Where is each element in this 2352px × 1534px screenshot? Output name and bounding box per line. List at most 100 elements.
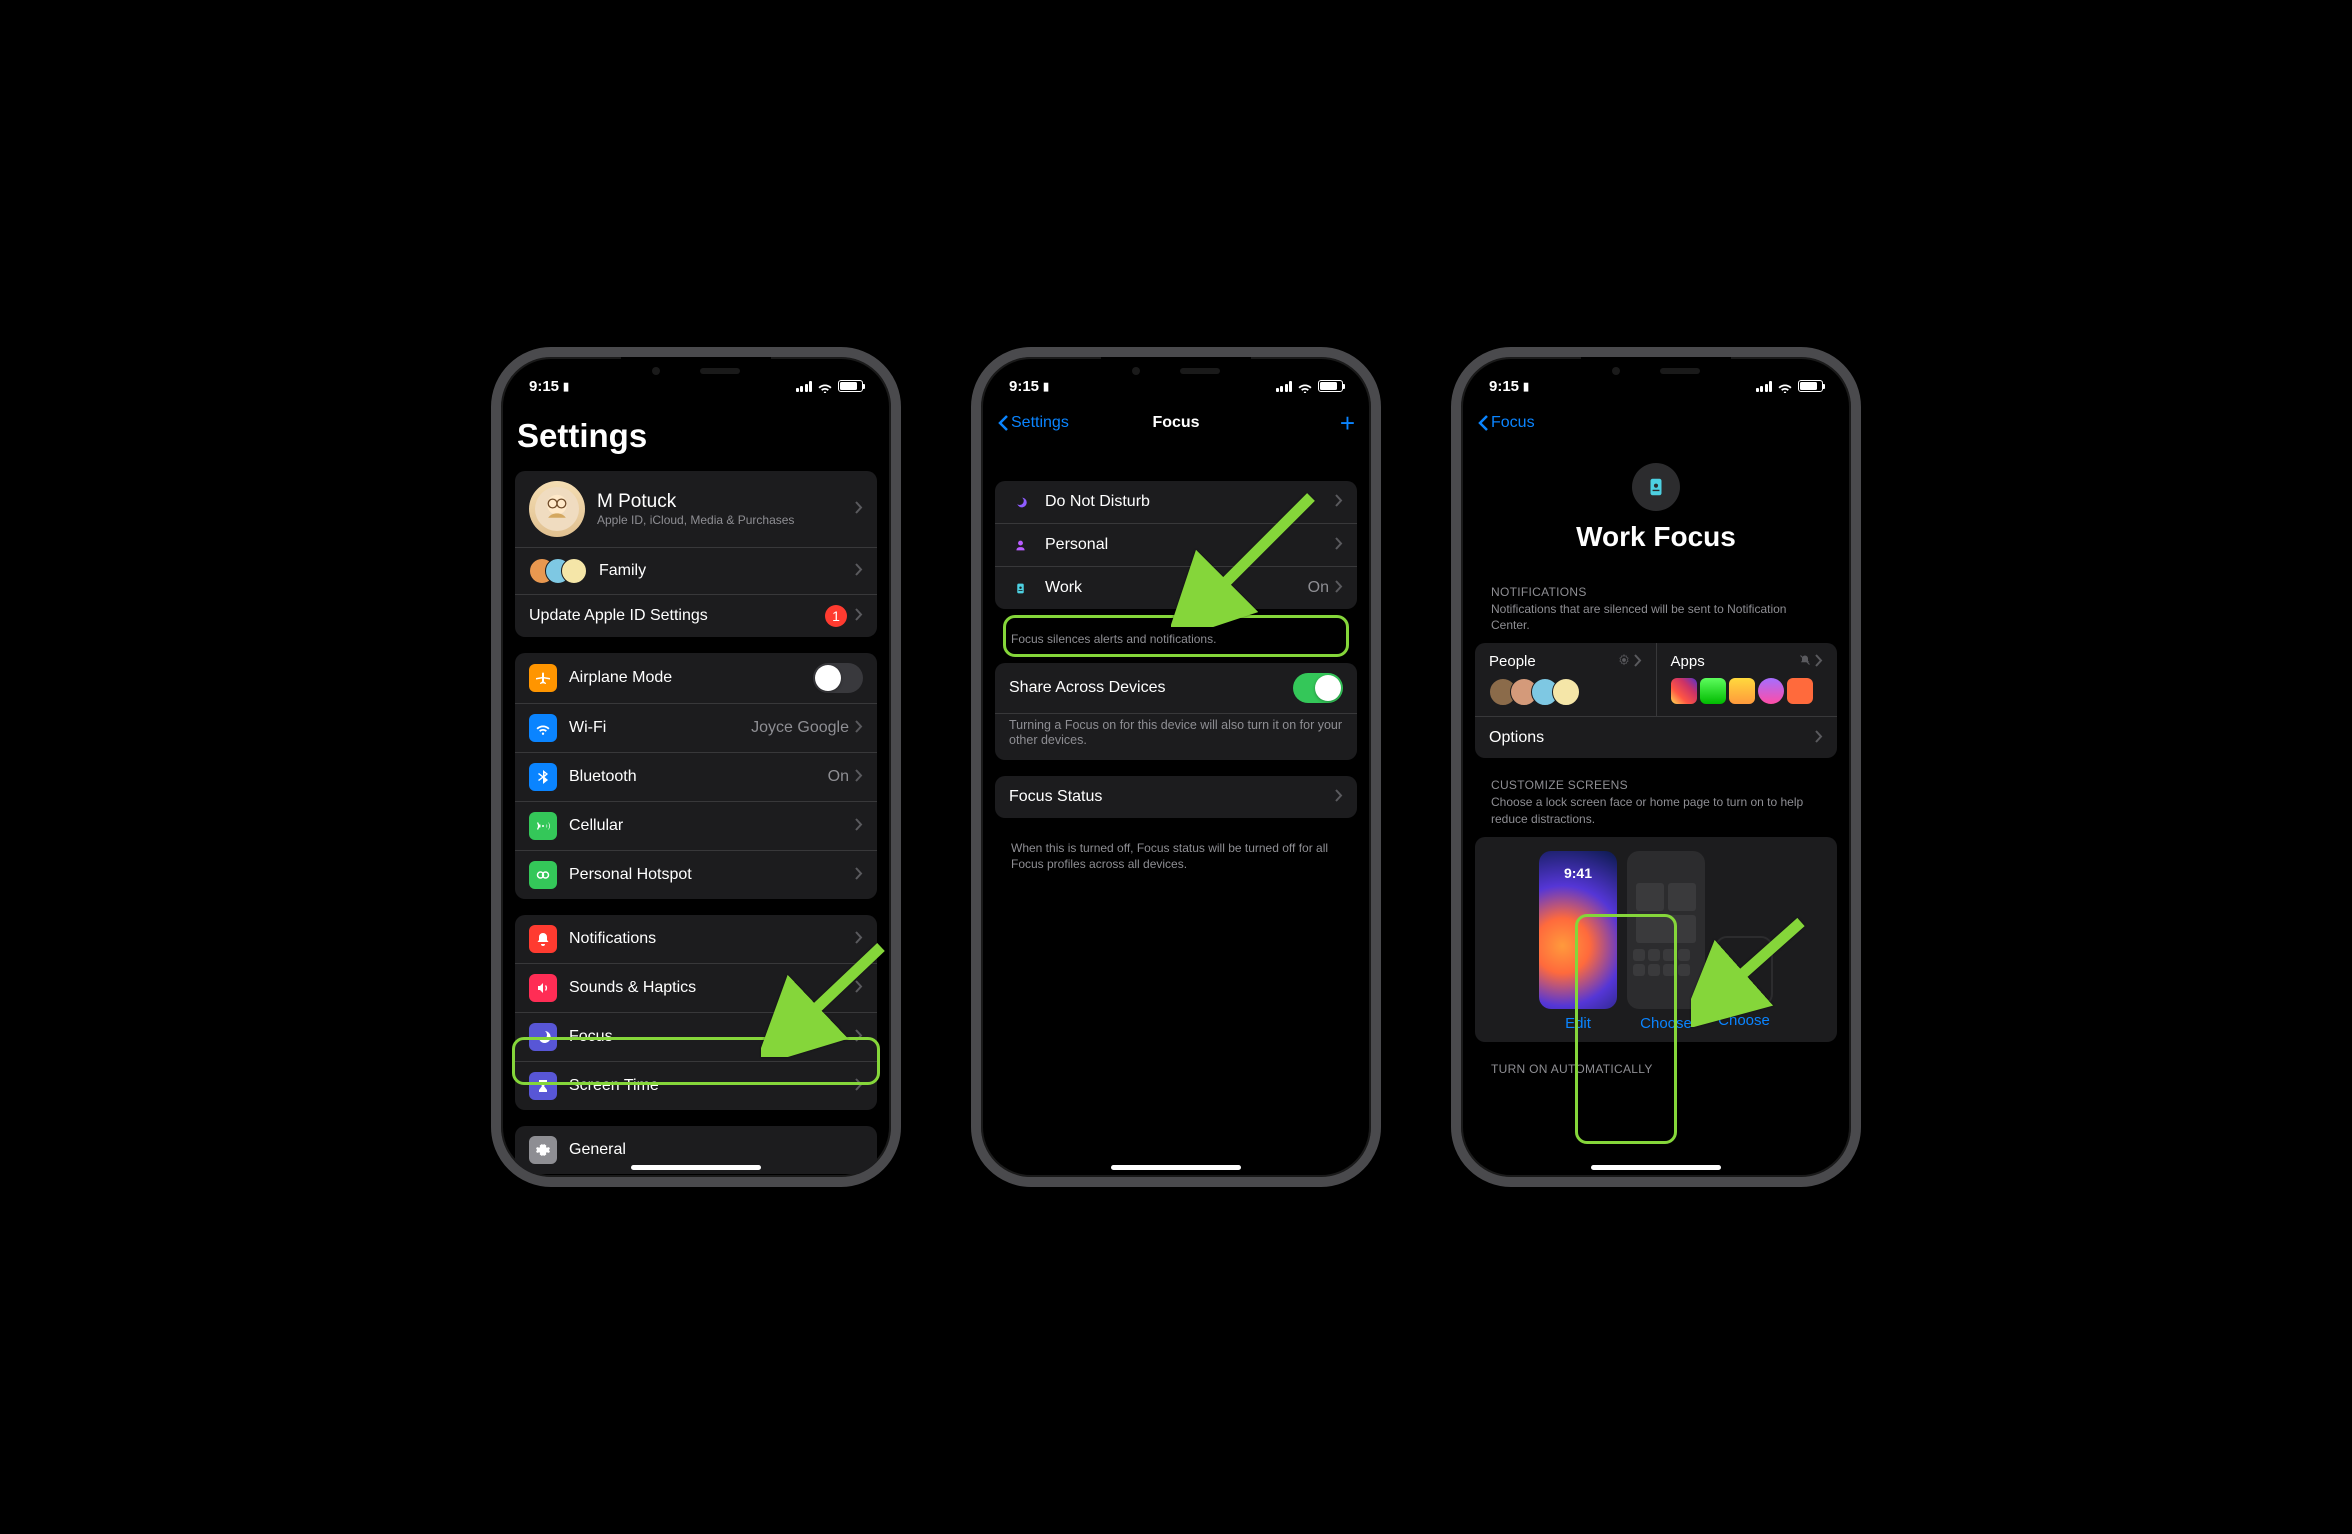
apps-cell[interactable]: Apps <box>1656 643 1838 716</box>
update-apple-id-row[interactable]: Update Apple ID Settings 1 <box>515 594 877 637</box>
person-icon <box>1009 534 1031 556</box>
profile-sub: Apple ID, iCloud, Media & Purchases <box>597 513 855 527</box>
apple-id-row[interactable]: M Potuck Apple ID, iCloud, Media & Purch… <box>515 471 877 547</box>
share-row[interactable]: Share Across Devices <box>995 663 1357 713</box>
phone-focus-list: 9:15 ▮ Settings Focus + Do Not Disturb P <box>971 347 1381 1187</box>
dnd-row[interactable]: Do Not Disturb <box>995 481 1357 523</box>
chevron-right-icon <box>855 769 863 785</box>
chevron-right-icon <box>855 818 863 834</box>
wifi-icon <box>1777 380 1793 392</box>
status-footer: When this is turned off, Focus status wi… <box>995 834 1357 872</box>
back-label: Focus <box>1491 414 1535 432</box>
focus-footer: Focus silences alerts and notifications. <box>995 625 1357 647</box>
share-footer: Turning a Focus on for this device will … <box>1009 718 1343 748</box>
app-icons <box>1671 678 1824 704</box>
notifications-label: Notifications <box>569 930 855 948</box>
status-time: 9:15 <box>1009 378 1039 395</box>
wifi-row[interactable]: Wi-Fi Joyce Google <box>515 703 877 752</box>
focus-row[interactable]: Focus <box>515 1012 877 1061</box>
back-button[interactable]: Focus <box>1477 414 1535 432</box>
connectivity-group: Airplane Mode Wi-Fi Joyce Google Bluetoo… <box>515 653 877 899</box>
update-label: Update Apple ID Settings <box>529 607 825 625</box>
wifi-icon <box>817 380 833 392</box>
notch <box>1101 357 1251 385</box>
lock-screen-preview: 9:41 <box>1539 851 1617 1009</box>
focus-label: Focus <box>569 1028 855 1046</box>
wifi-value: Joyce Google <box>751 719 849 737</box>
home-screen-col[interactable]: Choose <box>1627 851 1705 1032</box>
add-button[interactable]: + <box>1340 408 1355 439</box>
choose-button[interactable]: Choose <box>1640 1015 1692 1032</box>
bluetooth-label: Bluetooth <box>569 768 828 786</box>
signal-icon <box>1756 381 1773 392</box>
nav-bar: Focus <box>1475 401 1837 445</box>
chevron-right-icon <box>1335 580 1343 596</box>
back-label: Settings <box>1011 414 1069 432</box>
cellular-label: Cellular <box>569 817 855 835</box>
people-cell[interactable]: People <box>1475 643 1656 716</box>
chevron-right-icon <box>855 867 863 883</box>
focus-group: Notifications Sounds & Haptics Focus Scr… <box>515 915 877 1110</box>
hotspot-label: Personal Hotspot <box>569 866 855 884</box>
home-indicator[interactable] <box>1111 1165 1241 1170</box>
airplane-row[interactable]: Airplane Mode <box>515 653 877 703</box>
chevron-right-icon <box>855 980 863 996</box>
chevron-right-icon <box>1335 494 1343 510</box>
bell-slash-icon <box>1799 653 1811 670</box>
airplane-label: Airplane Mode <box>569 669 813 687</box>
bluetooth-row[interactable]: Bluetooth On <box>515 752 877 801</box>
people-avatars <box>1489 678 1642 706</box>
chevron-right-icon <box>855 501 863 517</box>
auto-header: TURN ON AUTOMATICALLY <box>1475 1062 1837 1078</box>
gear-icon <box>1618 653 1630 670</box>
moon-icon <box>1009 491 1031 513</box>
share-toggle[interactable] <box>1293 673 1343 703</box>
share-label: Share Across Devices <box>1009 679 1293 697</box>
home-indicator[interactable] <box>1591 1165 1721 1170</box>
battery-icon <box>1798 380 1823 392</box>
edit-button[interactable]: Edit <box>1565 1015 1591 1032</box>
sounds-row[interactable]: Sounds & Haptics <box>515 963 877 1012</box>
work-row[interactable]: Work On <box>995 566 1357 609</box>
badge-icon <box>1009 577 1031 599</box>
status-time: 9:15 <box>529 378 559 395</box>
chevron-right-icon <box>855 931 863 947</box>
profile-name: M Potuck <box>597 491 855 513</box>
family-avatars <box>529 558 587 584</box>
options-row[interactable]: Options <box>1475 716 1837 758</box>
lock-screen-col[interactable]: 9:41 Edit <box>1539 851 1617 1032</box>
hotspot-row[interactable]: Personal Hotspot <box>515 850 877 899</box>
notif-sub: Notifications that are silenced will be … <box>1475 601 1837 637</box>
screen-row: 9:41 Edit Choose <box>1475 837 1837 1042</box>
family-row[interactable]: Family <box>515 547 877 594</box>
focus-indicator-icon: ▮ <box>1043 380 1049 393</box>
home-indicator[interactable] <box>631 1165 761 1170</box>
personal-row[interactable]: Personal <box>995 523 1357 566</box>
watch-col[interactable]: Choose <box>1715 851 1773 1032</box>
share-footer-cell: Turning a Focus on for this device will … <box>995 713 1357 760</box>
choose-button[interactable]: Choose <box>1718 1012 1770 1029</box>
bell-icon <box>529 925 557 953</box>
personal-label: Personal <box>1045 536 1335 554</box>
cellular-row[interactable]: Cellular <box>515 801 877 850</box>
wifi-icon <box>1297 380 1313 392</box>
notifications-row[interactable]: Notifications <box>515 915 877 963</box>
nav-bar: Settings Focus + <box>995 401 1357 445</box>
watch-preview <box>1715 936 1773 1006</box>
hourglass-icon <box>529 1072 557 1100</box>
cellular-icon <box>529 812 557 840</box>
airplane-toggle[interactable] <box>813 663 863 693</box>
phone-work-focus: 9:15 ▮ Focus Work Focus NOTIFICATIONS No… <box>1451 347 1861 1187</box>
screentime-row[interactable]: Screen Time <box>515 1061 877 1110</box>
status-group: Focus Status <box>995 776 1357 818</box>
airplane-icon <box>529 664 557 692</box>
hero-title: Work Focus <box>1576 521 1736 553</box>
signal-icon <box>1276 381 1293 392</box>
battery-icon <box>1318 380 1343 392</box>
focus-status-row[interactable]: Focus Status <box>995 776 1357 818</box>
back-button[interactable]: Settings <box>997 414 1069 432</box>
battery-icon <box>838 380 863 392</box>
chevron-right-icon <box>1634 654 1642 670</box>
sounds-label: Sounds & Haptics <box>569 979 855 997</box>
chevron-right-icon <box>855 720 863 736</box>
